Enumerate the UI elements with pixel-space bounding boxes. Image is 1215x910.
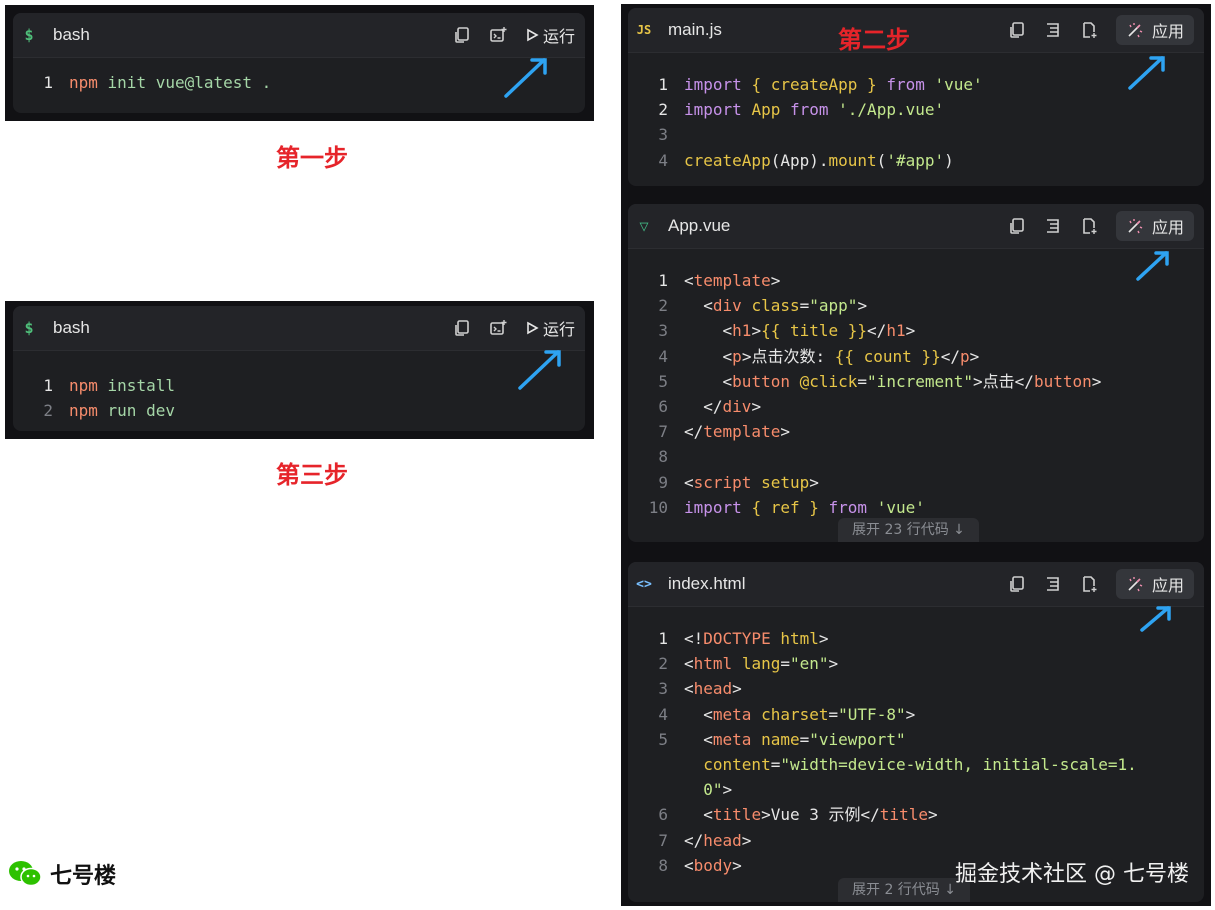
step3-label: 第三步 [276, 461, 348, 489]
copy-icon[interactable] [1008, 217, 1026, 235]
code-line: 3 [658, 125, 668, 145]
code-line: 6 </div> [658, 397, 762, 417]
watermark: 掘金技术社区 @ 七号楼 [955, 862, 1189, 887]
code-line: 2 <div class="app"> [658, 296, 868, 316]
code-line: 7 </head> [658, 830, 752, 850]
vue-icon: ▽ [639, 217, 649, 235]
play-icon [527, 321, 539, 335]
run-button[interactable]: 运行 [525, 316, 575, 340]
card-header: JS main.js 应用 [628, 8, 1204, 53]
step2-label: 第二步 [838, 26, 910, 54]
apply-label: 应用 [1151, 218, 1184, 237]
bash-card-step3: $ bash 运行 1 npm install 2 npm run dev [13, 306, 585, 431]
expand-code-button[interactable]: 展开 23 行代码 ↓ [838, 518, 979, 542]
index-html-card: <> index.html 应用 1 <!DOCTYPE html> 2 <html… [628, 562, 1204, 902]
insert-icon[interactable] [1044, 575, 1062, 593]
apply-button[interactable]: 应用 [1115, 15, 1194, 45]
code-line: 3 <head> [658, 679, 742, 699]
file-name: index.html [668, 574, 746, 593]
code-block: 1 <template> 2 <div class="app"> 3 <h1>{{… [628, 268, 1204, 520]
apply-label: 应用 [1151, 22, 1184, 41]
code-line: 8 [658, 447, 668, 467]
code-block: 1 import { createApp } from 'vue' 2 import… [628, 72, 1204, 173]
copy-icon[interactable] [1008, 575, 1026, 593]
arrow-pointer-run-3 [518, 350, 561, 390]
code-brackets-icon: <> [636, 576, 652, 592]
new-file-icon[interactable] [1080, 575, 1098, 593]
arrow-pointer-apply-1 [1128, 56, 1165, 90]
apply-button[interactable]: 应用 [1115, 569, 1194, 599]
code-line: 4 createApp(App).mount('#app') [658, 150, 954, 170]
insert-icon[interactable] [1044, 21, 1062, 39]
arrow-pointer-apply-2 [1136, 251, 1169, 281]
code-line: 5 <button @click="increment">点击</button> [658, 371, 1102, 391]
copy-icon[interactable] [453, 319, 471, 337]
new-file-icon[interactable] [1080, 21, 1098, 39]
file-name: App.vue [668, 216, 731, 235]
file-name: bash [53, 25, 90, 44]
code-line: 10 import { ref } from 'vue' [648, 497, 925, 517]
wechat-icon [9, 861, 42, 887]
arrow-pointer-apply-3 [1140, 606, 1171, 632]
file-name: main.js [668, 20, 722, 39]
arrow-pointer-run-1 [504, 58, 547, 98]
code-line: 1 npm install [43, 376, 175, 395]
code-line-wrap: content="width=device-width, initial-sca… [703, 755, 1137, 775]
play-icon [527, 28, 539, 42]
code-block: 1 npm install 2 npm run dev [13, 373, 585, 423]
code-block: 1 <!DOCTYPE html> 2 <html lang="en"> 3 <hea… [628, 626, 1204, 878]
apply-button[interactable]: 应用 [1115, 211, 1194, 241]
magic-wand-icon [1128, 23, 1143, 38]
step1-label: 第一步 [276, 144, 348, 172]
code-line: 1 <!DOCTYPE html> [658, 629, 829, 648]
code-line: 3 <h1>{{ title }}</h1> [658, 321, 916, 341]
brand: 七号楼 [8, 858, 116, 890]
code-line: 1 <template> [658, 271, 781, 290]
run-label: 运行 [542, 320, 575, 339]
magic-wand-icon [1128, 219, 1143, 234]
code-line: 5 <meta name="viewport" [658, 729, 906, 749]
main-js-card: JS main.js 应用 1 import { createApp } from… [628, 8, 1204, 186]
card-header: $ bash 运行 [13, 306, 585, 351]
new-file-icon[interactable] [1080, 217, 1098, 235]
magic-wand-icon [1128, 577, 1143, 592]
insert-icon[interactable] [1044, 217, 1062, 235]
insert-terminal-icon[interactable] [489, 319, 507, 337]
apply-label: 应用 [1151, 576, 1184, 595]
code-line: 2 import App from './App.vue' [658, 100, 945, 120]
code-line: 2 <html lang="en"> [658, 654, 839, 674]
js-icon: JS [636, 23, 652, 37]
copy-icon[interactable] [1008, 21, 1026, 39]
code-line: 9 <script setup> [658, 472, 819, 492]
step2-panel: JS main.js 应用 1 import { createApp } from… [621, 4, 1211, 906]
card-header: ▽ App.vue 应用 [628, 204, 1204, 249]
code-line: 1 import { createApp } from 'vue' [658, 75, 983, 94]
code-line: 2 npm run dev [43, 401, 175, 421]
code-line-wrap: 0"> [703, 780, 733, 800]
bash-icon: $ [24, 26, 34, 44]
code-line: 7 </template> [658, 422, 790, 442]
run-button[interactable]: 运行 [525, 23, 575, 47]
card-header: <> index.html 应用 [628, 562, 1204, 607]
step3-panel: $ bash 运行 1 npm install 2 npm run dev [5, 301, 594, 439]
run-label: 运行 [542, 27, 575, 46]
insert-terminal-icon[interactable] [489, 26, 507, 44]
app-vue-card: ▽ App.vue 应用 1 <template> 2 <div class="a… [628, 204, 1204, 542]
expand-code-button[interactable]: 展开 2 行代码 ↓ [838, 878, 970, 902]
file-name: bash [53, 318, 90, 337]
code-line: 6 <title>Vue 3 示例</title> [658, 805, 938, 825]
bash-icon: $ [24, 319, 34, 337]
brand-name: 七号楼 [50, 864, 117, 889]
code-line: 4 <p>点击次数: {{ count }}</p> [658, 346, 980, 366]
copy-icon[interactable] [453, 26, 471, 44]
code-line: 4 <meta charset="UTF-8"> [658, 704, 916, 724]
